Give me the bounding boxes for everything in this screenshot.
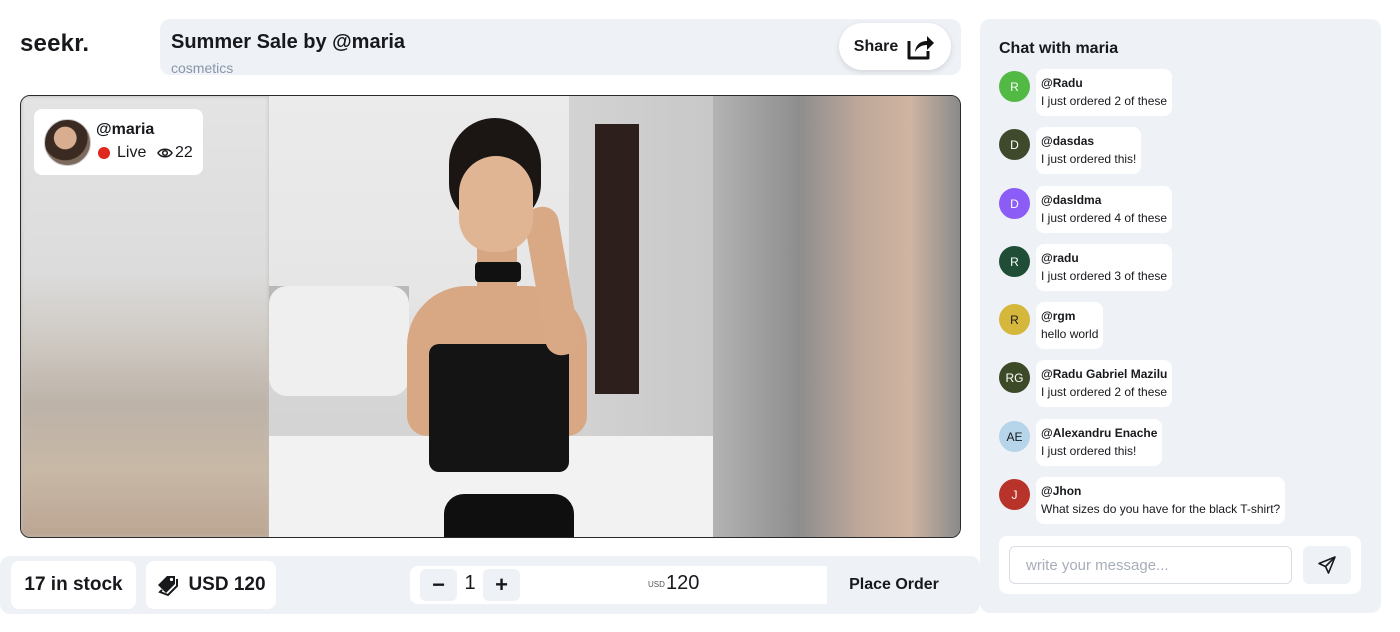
- chat-avatar: AE: [999, 421, 1030, 452]
- chat-avatar: R: [999, 246, 1030, 277]
- chat-username: @Jhon: [1041, 484, 1082, 498]
- chat-avatar: R: [999, 304, 1030, 335]
- viewer-count: 22: [175, 144, 193, 161]
- chat-username: @rgm: [1041, 309, 1076, 323]
- page-title: Summer Sale by @maria: [171, 31, 406, 53]
- decrease-quantity-button[interactable]: −: [420, 569, 457, 601]
- price-badge: USD 120: [146, 561, 276, 609]
- product-bar: 17 in stock USD 120 − 1 + USD 120 Place …: [0, 556, 980, 614]
- chat-composer: [999, 536, 1361, 594]
- avatar: [44, 119, 91, 166]
- quantity-value: 1: [464, 572, 476, 594]
- chat-text: I just ordered 2 of these: [1041, 94, 1168, 108]
- chat-bubble: @rgm hello world: [1036, 302, 1104, 349]
- chat-avatar: R: [999, 71, 1030, 102]
- chat-avatar: J: [999, 479, 1030, 510]
- streamer-handle: @maria: [96, 121, 155, 138]
- share-button-label: Share: [853, 37, 899, 55]
- live-indicator: [98, 147, 110, 159]
- chat-username: @Radu Gabriel Mazilu: [1041, 367, 1168, 381]
- chat-title: Chat with maria: [999, 40, 1119, 57]
- chat-username: @Alexandru Enache: [1041, 426, 1158, 440]
- chat-avatar: D: [999, 129, 1030, 160]
- chat-username: @radu: [1041, 251, 1079, 265]
- chat-avatar: RG: [999, 362, 1030, 393]
- chat-bubble: @Jhon What sizes do you have for the bla…: [1036, 477, 1286, 524]
- video-blur-right: [712, 96, 960, 537]
- video-frame: [269, 96, 713, 537]
- chat-text: I just ordered 4 of these: [1041, 211, 1168, 225]
- logo: seekr.: [20, 30, 90, 57]
- chat-username: @Radu: [1041, 76, 1083, 90]
- stream-header: Summer Sale by @maria cosmetics Share: [160, 19, 961, 76]
- chat-text: What sizes do you have for the black T-s…: [1041, 502, 1281, 516]
- chat-text: I just ordered this!: [1041, 444, 1137, 458]
- chat-bubble: @dasldma I just ordered 4 of these: [1036, 186, 1173, 233]
- order-controls: − 1 + USD 120 Place Order: [410, 566, 961, 604]
- message-input[interactable]: [1009, 546, 1292, 584]
- chat-bubble: @Radu Gabriel Mazilu I just ordered 2 of…: [1036, 360, 1173, 407]
- price-tag-icon: [158, 576, 179, 597]
- chat-text: I just ordered 3 of these: [1041, 269, 1168, 283]
- place-order-button[interactable]: Place Order: [827, 566, 961, 604]
- chat-username: @dasdas: [1041, 134, 1095, 148]
- share-arrow-icon: [907, 35, 935, 59]
- chat-text: hello world: [1041, 327, 1099, 341]
- stream-category: cosmetics: [171, 60, 234, 76]
- chat-panel: Chat with maria R @Radu I just ordered 2…: [980, 19, 1381, 613]
- streamer-card: @maria Live 22: [34, 109, 203, 175]
- eye-icon: [157, 148, 173, 158]
- live-status: Live: [117, 144, 147, 161]
- chat-username: @dasldma: [1041, 193, 1102, 207]
- price-label: USD 120: [188, 574, 266, 595]
- total-price: 120: [666, 572, 700, 594]
- chat-bubble: @radu I just ordered 3 of these: [1036, 244, 1173, 291]
- send-icon: [1318, 556, 1336, 574]
- chat-text: I just ordered 2 of these: [1041, 385, 1168, 399]
- increase-quantity-button[interactable]: +: [483, 569, 520, 601]
- chat-avatar: D: [999, 188, 1030, 219]
- send-button[interactable]: [1303, 546, 1351, 584]
- chat-bubble: @Radu I just ordered 2 of these: [1036, 69, 1173, 116]
- chat-text: I just ordered this!: [1041, 152, 1137, 166]
- total-currency: USD: [648, 580, 665, 589]
- chat-bubble: @Alexandru Enache I just ordered this!: [1036, 419, 1163, 466]
- chat-bubble: @dasdas I just ordered this!: [1036, 127, 1142, 174]
- share-button[interactable]: Share: [839, 23, 951, 70]
- stock-badge: 17 in stock: [11, 561, 136, 609]
